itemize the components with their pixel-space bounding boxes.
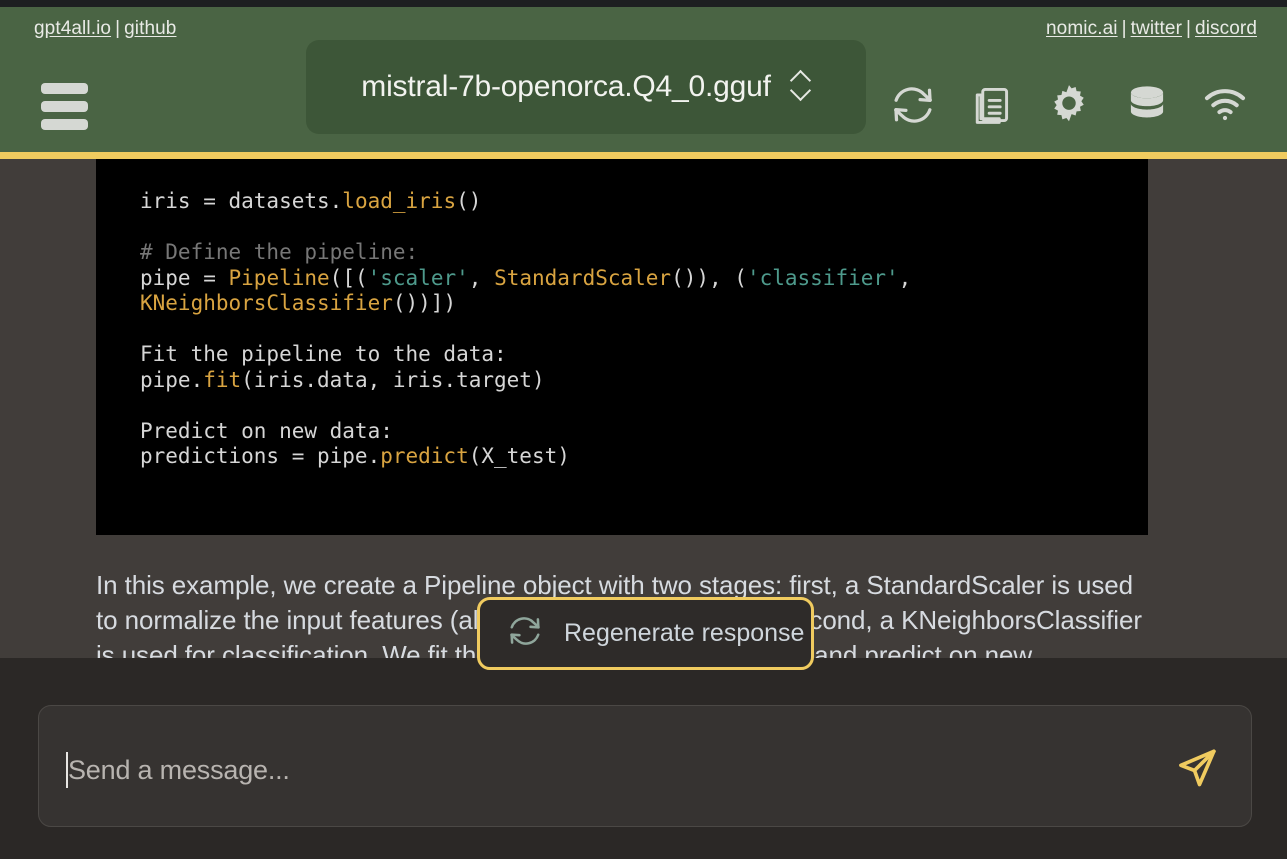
code-token: ,: [898, 265, 912, 290]
send-paper-plane-icon: [1174, 745, 1220, 796]
chat-scroll-area[interactable]: iris = datasets.load_iris() # Define the…: [0, 159, 1287, 658]
code-token: ,: [468, 265, 495, 290]
code-block: iris = datasets.load_iris() # Define the…: [96, 159, 1148, 535]
code-token: 'scaler': [367, 265, 469, 290]
header-right-links: nomic.ai | twitter | discord: [1046, 18, 1257, 40]
code-token: ([(: [329, 265, 368, 290]
regenerate-response-button[interactable]: Regenerate response: [477, 597, 814, 670]
hamburger-bar: [41, 119, 88, 130]
code-line: Fit the pipeline to the data:: [140, 342, 1148, 368]
network-wifi-icon[interactable]: [1201, 81, 1249, 129]
code-token: 'classifier': [746, 265, 899, 290]
hamburger-bar: [41, 101, 88, 112]
header-left-links: gpt4all.io | github: [34, 18, 176, 40]
header-icon-row: [889, 81, 1249, 129]
code-token: # Define the pipeline:: [140, 240, 419, 264]
regenerate-response-label: Regenerate response: [564, 619, 805, 647]
reset-context-icon[interactable]: [889, 81, 937, 129]
code-token: load_iris: [342, 189, 457, 213]
link-separator: |: [1186, 18, 1192, 39]
code-token: predict: [380, 444, 469, 468]
link-github[interactable]: github: [124, 18, 176, 39]
link-separator: |: [1121, 18, 1127, 39]
code-token: KNeighborsClassifier: [140, 291, 393, 315]
code-token: Pipeline: [228, 265, 330, 290]
code-token: pipe.: [140, 367, 204, 392]
regenerate-refresh-icon: [507, 613, 543, 654]
gpt4all-window: gpt4all.io | github nomic.ai | twitter | disco…: [0, 0, 1287, 859]
code-token: ())]): [392, 291, 457, 315]
code-line: Predict on new data:: [140, 419, 1148, 445]
app-header: gpt4all.io | github nomic.ai | twitter | disco…: [0, 7, 1287, 152]
model-selector[interactable]: mistral-7b-openorca.Q4_0.gguf: [306, 40, 866, 134]
code-token: Predict on new data:: [140, 418, 393, 443]
send-button[interactable]: [1168, 744, 1226, 796]
code-token: pipe =: [140, 265, 229, 290]
code-line: pipe = Pipeline([('scaler', StandardScal…: [140, 266, 1148, 292]
link-separator: |: [115, 18, 121, 39]
code-token: (iris.data, iris.target): [241, 367, 545, 392]
message-input-placeholder: Send a message...: [68, 755, 290, 785]
composer-bar: Send a message...: [0, 658, 1287, 859]
model-selector-value: mistral-7b-openorca.Q4_0.gguf: [361, 70, 771, 103]
hamburger-bar: [41, 83, 88, 94]
localdocs-database-icon[interactable]: [1123, 81, 1171, 129]
chevron-up-down-icon: [791, 70, 811, 104]
message-input-container[interactable]: Send a message...: [38, 705, 1252, 827]
copy-chat-icon[interactable]: [967, 81, 1015, 129]
code-line: predictions = pipe.predict(X_test): [140, 444, 1148, 470]
code-token: iris = datasets.: [140, 189, 343, 213]
code-line: KNeighborsClassifier())]): [140, 291, 1148, 317]
window-top-strip: [0, 0, 1287, 7]
code-token: predictions = pipe.: [140, 444, 381, 468]
settings-gear-icon[interactable]: [1045, 81, 1093, 129]
code-line: pipe.fit(iris.data, iris.target): [140, 368, 1148, 394]
code-line: # Define the pipeline:: [140, 240, 1148, 266]
hamburger-menu-icon[interactable]: [41, 79, 88, 134]
code-token: Fit the pipeline to the data:: [140, 342, 507, 366]
code-token: (X_test): [468, 444, 570, 468]
link-gpt4all-io[interactable]: gpt4all.io: [34, 18, 111, 39]
code-token: StandardScaler: [494, 265, 672, 290]
link-twitter[interactable]: twitter: [1131, 18, 1182, 39]
code-line: iris = datasets.load_iris(): [140, 189, 1148, 215]
code-token: (): [456, 189, 482, 213]
code-token: fit: [203, 367, 242, 392]
header-divider: [0, 152, 1287, 159]
link-nomic-ai[interactable]: nomic.ai: [1046, 18, 1118, 39]
link-discord[interactable]: discord: [1195, 18, 1257, 39]
code-token: ()), (: [671, 265, 747, 290]
